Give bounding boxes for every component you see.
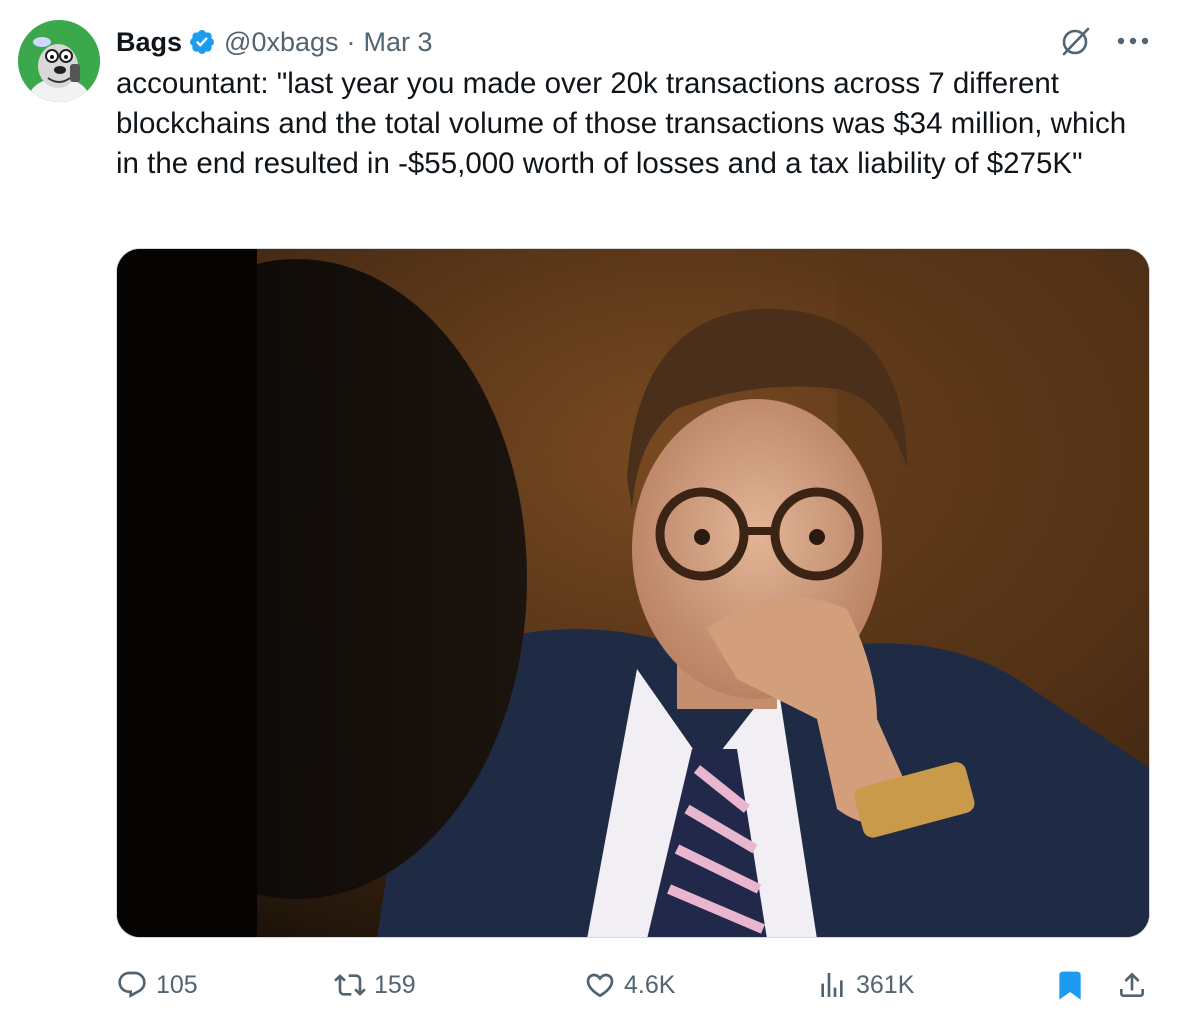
reply-count: 105 [156,970,198,999]
header-separator: · [346,26,356,57]
bookmark-button[interactable] [1054,962,1086,1008]
views-count: 361K [856,970,915,999]
author-handle[interactable]: @0xbags [224,27,338,58]
grok-icon[interactable] [1058,24,1092,58]
tweet-header: Bags @0xbags · Mar 3 [116,22,433,62]
share-button[interactable] [1116,962,1148,1008]
views-button[interactable]: 361K [816,962,914,1008]
retweet-icon [334,974,366,996]
tweet: Bags @0xbags · Mar 3 accountant: "last y… [0,0,1178,1024]
retweet-count: 159 [374,970,416,999]
like-button[interactable]: 4.6K [584,962,675,1008]
views-icon [821,973,843,997]
avatar[interactable] [18,20,100,102]
tweet-date[interactable]: Mar 3 [364,27,433,58]
tweet-actions: 105 159 4.6K 361K [116,962,1156,1008]
tweet-photo[interactable] [116,248,1150,938]
reply-button[interactable]: 105 [116,962,198,1008]
bookmark-icon [1059,971,1081,1000]
verified-badge-icon [188,28,216,56]
reply-icon [118,971,146,998]
author-name[interactable]: Bags [116,27,182,58]
tweet-text: accountant: "last year you made over 20k… [116,67,1135,180]
avatar-dog-icon [18,20,100,102]
more-icon[interactable] [1113,28,1153,54]
share-icon [1120,972,1144,997]
like-count: 4.6K [624,970,676,999]
retweet-button[interactable]: 159 [334,962,416,1008]
photo-image [117,249,1149,937]
like-icon [586,973,614,998]
